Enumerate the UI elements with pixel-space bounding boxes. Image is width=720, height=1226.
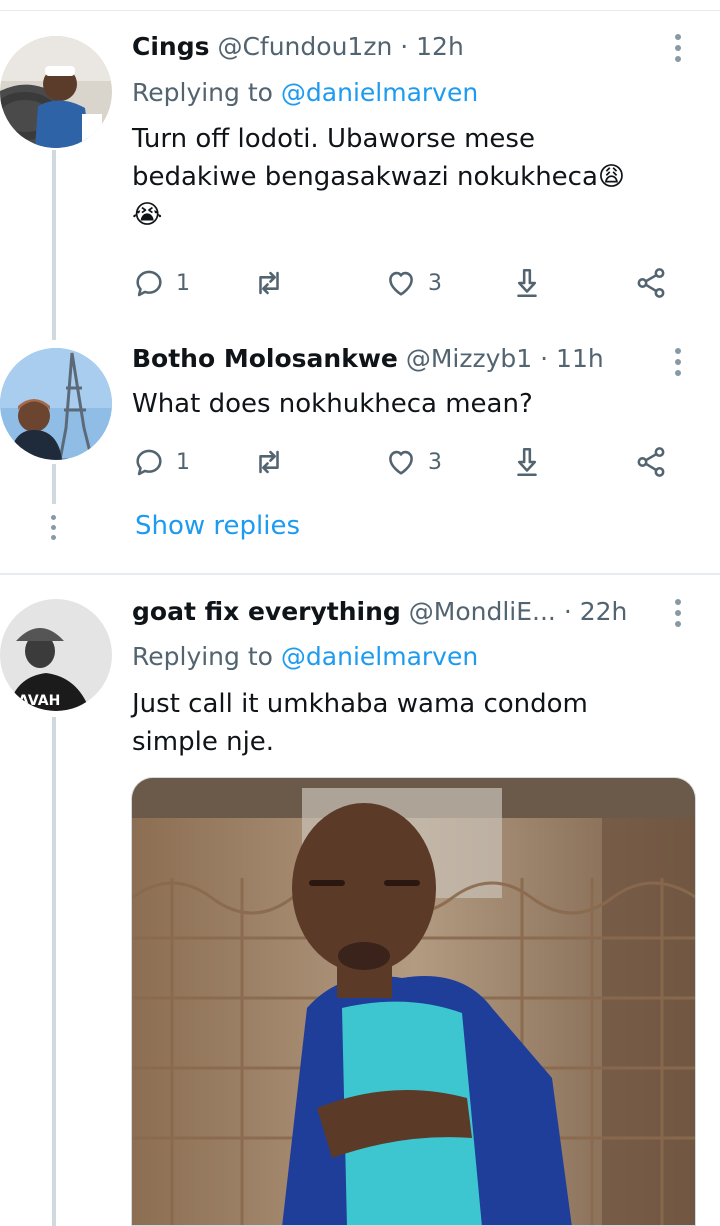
mention-link[interactable]: @danielmarven	[281, 78, 478, 107]
reply-button[interactable]: 1	[132, 263, 190, 303]
tweet-header: Cings @Cfundou1zn · 12h	[132, 32, 464, 62]
tweet-cings[interactable]: Cings @Cfundou1zn · 12h Replying to @dan…	[0, 0, 720, 340]
like-button[interactable]: 3	[384, 442, 442, 482]
heart-icon	[389, 271, 413, 296]
avatar[interactable]: AVAH	[0, 599, 112, 711]
share-button[interactable]	[634, 442, 668, 482]
display-name[interactable]: goat fix everything	[132, 597, 401, 626]
retweet-button[interactable]	[252, 263, 286, 303]
avatar-man-bucket-hat-icon: AVAH	[0, 599, 112, 711]
avatar-man-in-car-icon	[0, 36, 112, 148]
tweet-text-line: Just call it umkhaba wama condom	[132, 689, 588, 719]
heart-icon	[389, 450, 413, 475]
reply-count: 1	[176, 270, 190, 296]
share-button[interactable]	[634, 263, 668, 303]
user-handle[interactable]: @Mizzyb1	[406, 344, 532, 373]
action-bar: 1 3	[132, 263, 692, 303]
replying-to-prefix: Replying to	[132, 78, 273, 107]
like-count: 3	[428, 270, 442, 296]
share-icon	[637, 447, 665, 477]
separator: ·	[540, 344, 549, 373]
tweet-media-image[interactable]	[131, 777, 696, 1226]
timestamp[interactable]: 11h	[556, 344, 604, 373]
thread-continuation-icon	[51, 515, 57, 541]
tweet-header: Botho Molosankwe @Mizzyb1 · 11h	[132, 344, 604, 374]
like-button[interactable]: 3	[384, 263, 442, 303]
svg-text:AVAH: AVAH	[18, 693, 60, 709]
reply-icon	[136, 270, 162, 297]
separator: ·	[400, 32, 409, 61]
thread-line	[52, 150, 56, 340]
tweet-text-line: Turn off lodoti. Ubaworse mese	[132, 124, 535, 154]
avatar-woman-eiffel-tower-icon	[0, 348, 112, 460]
display-name[interactable]: Cings	[132, 32, 210, 61]
display-name[interactable]: Botho Molosankwe	[132, 344, 398, 373]
tweet-botho[interactable]: Botho Molosankwe @Mizzyb1 · 11h What doe…	[0, 330, 720, 573]
tweet-text-line: simple nje.	[132, 727, 275, 757]
mention-link[interactable]: @danielmarven	[281, 642, 478, 671]
download-icon	[517, 268, 537, 298]
reply-button[interactable]: 1	[132, 442, 190, 482]
download-button[interactable]	[510, 442, 544, 482]
avatar[interactable]	[0, 36, 112, 148]
retweet-icon	[259, 450, 279, 474]
like-count: 3	[428, 449, 442, 475]
man-blue-overalls-photo-icon	[132, 778, 695, 1225]
replying-to: Replying to @danielmarven	[132, 78, 478, 108]
replying-to: Replying to @danielmarven	[132, 642, 478, 672]
retweet-icon	[259, 271, 279, 295]
more-options-icon[interactable]	[668, 31, 688, 65]
tweet-text: What does nokhukheca mean?	[132, 389, 533, 419]
action-bar: 1 3	[132, 442, 692, 482]
download-icon	[517, 447, 537, 477]
timestamp[interactable]: 22h	[580, 597, 628, 626]
show-replies-link[interactable]: Show replies	[135, 511, 300, 541]
tweet-header: goat fix everything @MondliE... · 22h	[132, 597, 627, 627]
reply-count: 1	[176, 449, 190, 475]
thread-line	[52, 464, 56, 504]
timestamp[interactable]: 12h	[416, 32, 464, 61]
more-options-icon[interactable]	[668, 345, 688, 379]
download-button[interactable]	[510, 263, 544, 303]
user-handle[interactable]: @MondliE...	[409, 597, 556, 626]
avatar[interactable]	[0, 348, 112, 460]
tweet-text: Just call it umkhaba wama condom simple …	[132, 685, 692, 761]
reply-icon	[136, 449, 162, 476]
replying-to-prefix: Replying to	[132, 642, 273, 671]
share-icon	[637, 268, 665, 298]
separator: ·	[563, 597, 572, 626]
tweet-text: Turn off lodoti. Ubaworse mese bedakiwe …	[132, 120, 692, 234]
retweet-button[interactable]	[252, 442, 286, 482]
thread-line	[52, 717, 56, 1226]
more-options-icon[interactable]	[668, 596, 688, 630]
tweet-text-line: 😭	[132, 200, 163, 230]
user-handle[interactable]: @Cfundou1zn	[217, 32, 392, 61]
tweet-text-line: bedakiwe bengasakwazi nokukheca😩	[132, 162, 626, 192]
